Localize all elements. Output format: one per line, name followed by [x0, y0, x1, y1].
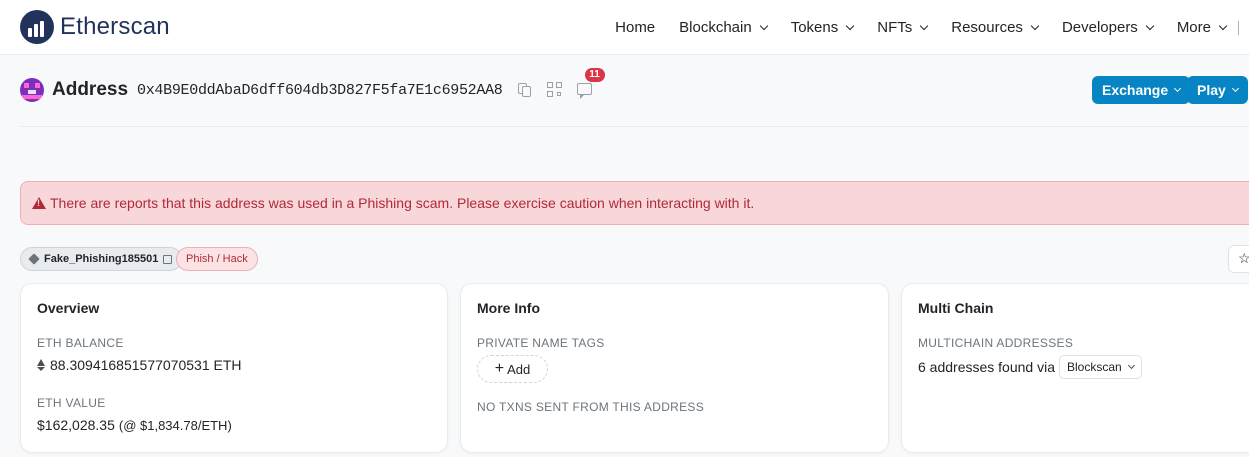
star-icon: ☆ — [1238, 250, 1249, 266]
chevron-down-icon — [1174, 84, 1182, 92]
page-title: Address — [52, 79, 129, 100]
nav-blockchain[interactable]: Blockchain — [679, 19, 768, 36]
external-link-icon — [163, 254, 173, 264]
nav-divider — [1238, 20, 1239, 35]
divider — [20, 126, 1249, 127]
play-button[interactable]: Play — [1187, 76, 1248, 104]
qr-code-icon[interactable] — [546, 82, 563, 98]
eth-balance-value: 88.309416851577070531 ETH — [37, 357, 242, 373]
multichain-summary: 6 addresses found via Blockscan — [918, 355, 1142, 379]
tag-icon — [28, 253, 40, 265]
multi-chain-card: Multi Chain MULTICHAIN ADDRESSES 6 addre… — [901, 283, 1249, 453]
phish-hack-label: Phish / Hack — [186, 253, 248, 265]
eth-value: $162,028.35 (@ $1,834.78/ETH) — [37, 417, 232, 433]
nav-label: More — [1176, 19, 1211, 36]
eth-price: (@ $1,834.78/ETH) — [118, 417, 232, 433]
brand-name: Etherscan — [60, 13, 170, 40]
nav-nfts[interactable]: NFTs — [877, 19, 929, 36]
nav-label: Blockchain — [679, 19, 752, 36]
multichain-addresses-label: MULTICHAIN ADDRESSES — [918, 336, 1074, 350]
etherscan-logo[interactable]: Etherscan — [20, 10, 170, 44]
chevron-down-icon — [919, 21, 929, 30]
private-name-tags-label: PRIVATE NAME TAGS — [477, 336, 605, 350]
no-txns-label: NO TXNS SENT FROM THIS ADDRESS — [477, 400, 705, 414]
copy-icon[interactable] — [517, 82, 533, 98]
chevron-down-icon — [1127, 361, 1135, 369]
phish-hack-badge[interactable]: Phish / Hack — [176, 247, 258, 271]
eth-balance-label: ETH BALANCE — [37, 336, 124, 350]
ethereum-icon — [37, 359, 45, 371]
main-nav: Home Blockchain Tokens NFTs Resources De… — [615, 0, 1249, 55]
top-navbar: Etherscan Home Blockchain Tokens NFTs Re… — [0, 0, 1249, 55]
exchange-button[interactable]: Exchange — [1092, 76, 1191, 104]
address-header: Address 0x4B9E0ddAbaD6dff604db3D827F5fa7… — [20, 68, 605, 104]
alert-text: There are reports that this address was … — [50, 195, 755, 211]
favorite-button[interactable]: ☆ — [1228, 245, 1249, 273]
eth-balance-amount: 88.309416851577070531 ETH — [50, 357, 242, 373]
nav-label: Home — [615, 19, 656, 36]
eth-value-amount: $162,028.35 — [37, 417, 115, 433]
chevron-down-icon — [1231, 84, 1239, 92]
blockscan-dropdown[interactable]: Blockscan — [1058, 355, 1142, 379]
add-private-tag-button[interactable]: + Add — [477, 355, 548, 383]
warning-icon — [32, 197, 46, 209]
address-hash: 0x4B9E0ddAbaD6dff604db3D827F5fa7E1c6952A… — [137, 81, 503, 99]
comments-icon[interactable]: 11 — [576, 68, 605, 99]
etherscan-logo-icon — [20, 10, 54, 44]
nav-label: NFTs — [877, 19, 913, 36]
overview-card: Overview ETH BALANCE 88.3094168515770705… — [20, 283, 448, 453]
chevron-down-icon — [759, 21, 768, 30]
comment-count-badge: 11 — [584, 68, 605, 82]
more-info-title: More Info — [477, 300, 540, 316]
nav-label: Resources — [951, 19, 1023, 36]
address-avatar — [20, 78, 44, 102]
more-info-card: More Info PRIVATE NAME TAGS + Add NO TXN… — [460, 283, 889, 453]
nav-tokens[interactable]: Tokens — [790, 19, 855, 36]
nav-label: Developers — [1061, 19, 1138, 36]
chevron-down-icon — [1145, 21, 1155, 30]
eth-value-label: ETH VALUE — [37, 396, 106, 410]
nav-resources[interactable]: Resources — [951, 19, 1040, 36]
add-label: Add — [507, 361, 531, 377]
chevron-down-icon — [1030, 21, 1040, 30]
nav-more[interactable]: More — [1176, 19, 1228, 36]
plus-icon: + — [494, 360, 505, 377]
exchange-label: Exchange — [1102, 82, 1169, 98]
name-tag[interactable]: Fake_Phishing185501 — [20, 247, 183, 271]
play-label: Play — [1197, 82, 1226, 98]
name-tag-label: Fake_Phishing185501 — [44, 253, 159, 265]
chevron-down-icon — [845, 21, 855, 30]
chevron-down-icon — [1218, 21, 1228, 30]
blockscan-label: Blockscan — [1066, 360, 1122, 374]
multi-chain-title: Multi Chain — [918, 300, 994, 316]
phishing-alert: There are reports that this address was … — [20, 181, 1249, 225]
nav-home[interactable]: Home — [615, 19, 655, 36]
multichain-text: 6 addresses found via — [918, 359, 1055, 375]
overview-title: Overview — [37, 300, 100, 316]
nav-label: Tokens — [790, 19, 839, 36]
nav-developers[interactable]: Developers — [1061, 19, 1155, 36]
